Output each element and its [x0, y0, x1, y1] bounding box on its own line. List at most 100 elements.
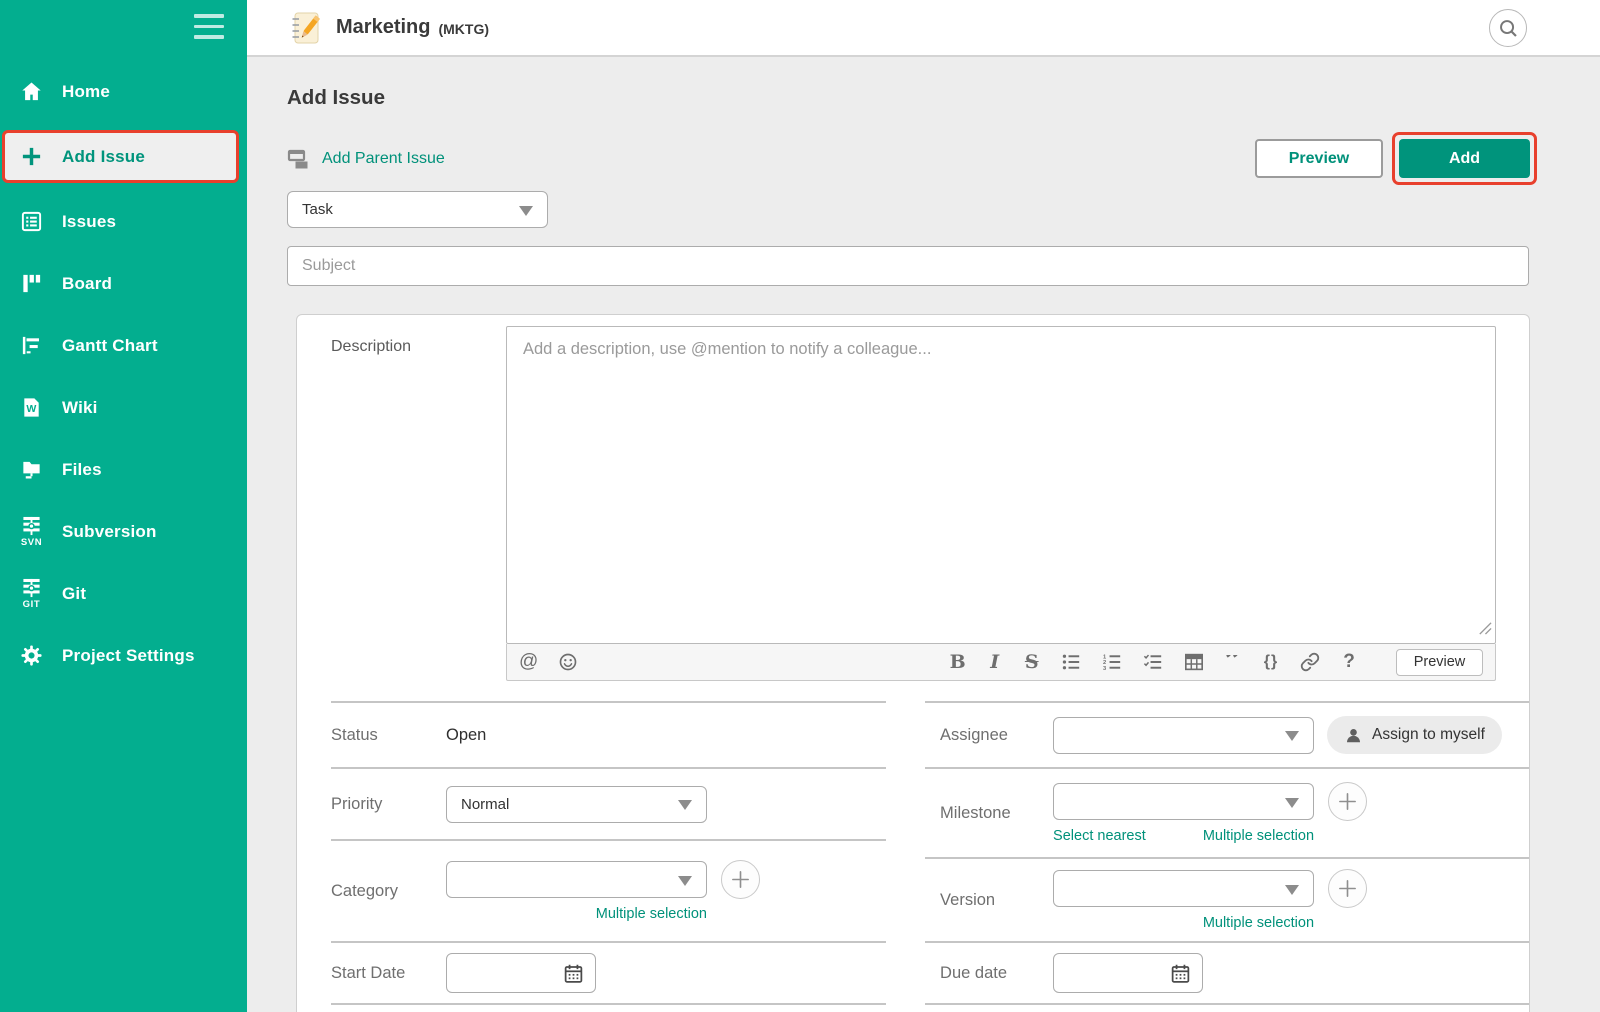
search-button[interactable]	[1489, 9, 1527, 47]
strikethrough-icon[interactable]: S	[1024, 649, 1040, 675]
italic-icon[interactable]: I	[987, 649, 1003, 675]
sidebar-nav: Home Add Issue Issues Board Gantt Chart	[0, 68, 247, 679]
start-date-row: Start Date	[331, 941, 887, 1005]
project-notepad-icon	[290, 10, 322, 46]
category-multiple-selection-link[interactable]: Multiple selection	[596, 906, 707, 922]
resize-handle-icon[interactable]	[1477, 620, 1492, 640]
sidebar-item-label: Wiki	[62, 397, 98, 417]
sidebar-item-label: Files	[62, 459, 102, 479]
select-nearest-link[interactable]: Select nearest	[1053, 828, 1146, 844]
repository-icon: SVN	[18, 516, 45, 548]
project-name: Marketing	[336, 16, 431, 38]
person-icon	[1344, 726, 1363, 745]
chevron-down-icon	[678, 875, 692, 886]
assign-to-myself-button[interactable]: Assign to myself	[1327, 716, 1502, 754]
sidebar-item-issues[interactable]: Issues	[0, 198, 247, 245]
mention-icon[interactable]: @	[519, 649, 538, 675]
bullet-list-icon[interactable]	[1061, 649, 1081, 675]
assignee-select[interactable]	[1053, 716, 1315, 754]
sidebar-item-label: Project Settings	[62, 645, 195, 665]
main-content: Add Issue Add Parent Issue Preview Add T…	[247, 57, 1600, 1012]
sidebar-item-board[interactable]: Board	[0, 260, 247, 307]
parent-issue-icon	[287, 148, 311, 170]
add-milestone-button[interactable]	[1328, 782, 1368, 821]
version-multiple-selection-link[interactable]: Multiple selection	[1203, 915, 1314, 931]
description-editor: Add a description, use @mention to notif…	[506, 326, 1496, 681]
plus-icon	[1337, 878, 1358, 899]
due-date-input[interactable]	[1053, 953, 1204, 993]
add-parent-issue-label: Add Parent Issue	[322, 149, 445, 167]
sidebar-item-wiki[interactable]: W Wiki	[0, 384, 247, 431]
calendar-icon	[1171, 964, 1190, 983]
calendar-icon	[564, 964, 583, 983]
add-version-button[interactable]	[1328, 869, 1368, 908]
hamburger-menu-icon[interactable]	[194, 14, 226, 42]
add-button[interactable]: Add	[1399, 139, 1530, 178]
assignee-row: Assignee Assign to myself	[925, 701, 1529, 767]
editor-preview-button[interactable]: Preview	[1396, 648, 1483, 676]
chevron-down-icon	[1285, 884, 1300, 895]
files-icon	[18, 458, 45, 481]
due-date-label: Due date	[940, 963, 1008, 982]
version-row: Version Multiple selection	[925, 857, 1529, 941]
plus-icon	[18, 145, 45, 168]
numbered-list-icon[interactable]: 123	[1102, 649, 1122, 675]
description-row: Description Add a description, use @ment…	[297, 315, 1529, 701]
sidebar-item-label: Gantt Chart	[62, 335, 158, 355]
plus-icon	[730, 869, 751, 890]
milestone-select[interactable]	[1053, 783, 1315, 820]
sidebar-item-git[interactable]: GIT Git	[0, 570, 247, 617]
sidebar-item-gantt-chart[interactable]: Gantt Chart	[0, 322, 247, 369]
repository-icon: GIT	[18, 578, 45, 610]
form-column-left: Status Open Priority Normal Category Mul…	[331, 701, 887, 1005]
sidebar-item-project-settings[interactable]: Project Settings	[0, 632, 247, 679]
description-textarea[interactable]: Add a description, use @mention to notif…	[506, 326, 1496, 644]
version-select[interactable]	[1053, 870, 1315, 907]
annotation-highlight-box: Add	[1392, 132, 1537, 185]
plus-icon	[1337, 791, 1358, 812]
subject-input[interactable]	[287, 246, 1529, 286]
git-badge: GIT	[22, 598, 41, 610]
chevron-down-icon	[1285, 731, 1300, 741]
sidebar-item-home[interactable]: Home	[0, 68, 247, 115]
sidebar: Home Add Issue Issues Board Gantt Chart	[0, 0, 247, 1012]
issue-type-select[interactable]: Task	[287, 191, 548, 228]
link-icon[interactable]	[1300, 649, 1320, 675]
editor-toolbar: @ B I S 123 {} ? Preview	[506, 644, 1496, 681]
svg-text:W: W	[26, 403, 36, 415]
issues-list-icon	[18, 210, 45, 233]
bold-icon[interactable]: B	[950, 649, 966, 675]
action-buttons: Preview Add	[1255, 132, 1537, 185]
home-icon	[18, 80, 45, 103]
wiki-document-icon: W	[18, 396, 45, 419]
start-date-input[interactable]	[446, 953, 596, 993]
chevron-down-icon	[519, 205, 533, 216]
blockquote-icon[interactable]: ”	[1225, 655, 1242, 669]
task-list-icon[interactable]	[1143, 649, 1163, 675]
code-braces-icon[interactable]: {}	[1263, 649, 1279, 675]
table-icon[interactable]	[1184, 649, 1204, 675]
assign-to-myself-label: Assign to myself	[1372, 726, 1485, 743]
priority-select[interactable]: Normal	[446, 785, 707, 823]
add-parent-issue-link[interactable]: Add Parent Issue	[287, 148, 445, 170]
emoji-icon[interactable]	[558, 649, 578, 675]
sidebar-item-files[interactable]: Files	[0, 446, 247, 493]
status-value: Open	[446, 725, 487, 744]
sidebar-item-subversion[interactable]: SVN Subversion	[0, 508, 247, 555]
preview-button[interactable]: Preview	[1255, 139, 1383, 178]
milestone-multiple-selection-link[interactable]: Multiple selection	[1203, 828, 1314, 844]
start-date-label: Start Date	[331, 963, 406, 982]
priority-row: Priority Normal	[331, 767, 887, 839]
assignee-label: Assignee	[940, 725, 1008, 744]
due-date-row: Due date	[925, 941, 1529, 1005]
issue-type-value: Task	[302, 201, 333, 218]
kanban-board-icon	[18, 272, 45, 295]
description-label: Description	[331, 338, 412, 355]
chevron-down-icon	[1285, 797, 1300, 808]
sidebar-item-add-issue[interactable]: Add Issue	[2, 130, 239, 183]
help-icon[interactable]: ?	[1341, 649, 1357, 675]
add-category-button[interactable]	[721, 860, 760, 899]
version-label: Version	[940, 890, 996, 909]
form-grid: Status Open Priority Normal Category Mul…	[297, 701, 1529, 1005]
category-select[interactable]	[446, 861, 707, 898]
